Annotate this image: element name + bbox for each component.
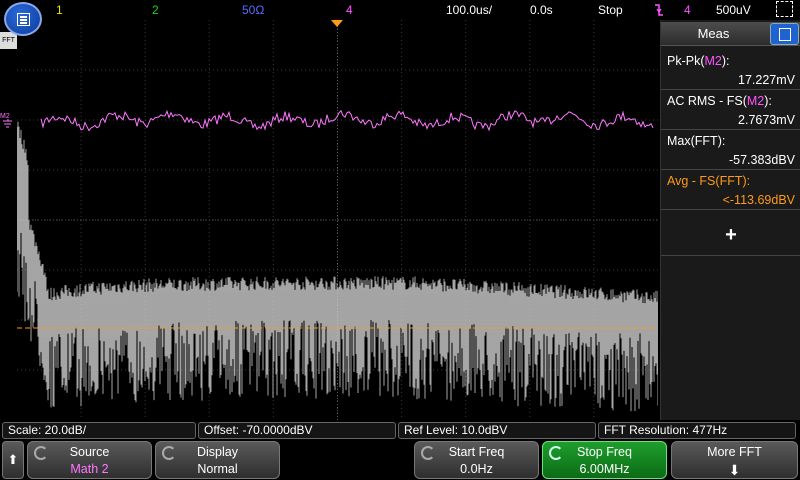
stop-freq-title: Stop Freq — [577, 445, 632, 459]
trigger-falling-edge-icon[interactable] — [654, 2, 664, 22]
back-button[interactable]: ⬆ — [2, 441, 24, 479]
meas-header: Meas — [661, 22, 800, 46]
channel-3-label[interactable]: 50Ω — [242, 2, 264, 18]
run-state[interactable]: Stop — [598, 2, 623, 18]
measurement-row[interactable]: Pk-Pk(M2): 17.227mV — [661, 50, 800, 90]
fft-offset-readout[interactable]: Offset: -70.0000dBV — [198, 422, 396, 439]
softkey-bar: Source Math 2 Display Normal Start Freq … — [0, 440, 800, 480]
display-title: Display — [197, 445, 238, 459]
source-softkey[interactable]: Source Math 2 — [27, 441, 152, 479]
channel-4-label[interactable]: 4 — [346, 2, 353, 18]
math2-trace — [40, 109, 654, 132]
measurement-row[interactable]: AC RMS - FS(M2): 2.7673mV — [661, 90, 800, 130]
channel-2-label[interactable]: 2 — [152, 2, 159, 18]
measurement-value: 2.7673mV — [738, 113, 795, 127]
math2-marker-label: M2 — [0, 113, 10, 120]
measurements-panel: Meas Pk-Pk(M2): 17.227mV AC RMS - FS(M2): 2… — [660, 20, 800, 420]
measurement-label: Max(FFT): — [667, 134, 726, 148]
fft-scale-readout[interactable]: Scale: 20.0dB/ — [2, 422, 196, 439]
measurement-value: 17.227mV — [738, 73, 795, 87]
start-freq-value: 0.0Hz — [460, 462, 493, 476]
more-fft-title: More FFT — [707, 445, 762, 459]
start-freq-softkey[interactable]: Start Freq 0.0Hz — [414, 441, 539, 479]
display-value: Normal — [197, 462, 238, 476]
measurement-row[interactable]: Max(FFT): -57.383dBV — [661, 130, 800, 170]
grid-settings-icon[interactable] — [776, 1, 793, 17]
timebase-readout[interactable]: 100.0us/ — [446, 2, 492, 18]
measurement-row[interactable]: Avg - FS(FFT): <-113.69dBV — [661, 170, 800, 210]
waveform-plot — [17, 20, 658, 420]
main-menu-button[interactable] — [4, 2, 42, 36]
fft-status-bar: Scale: 20.0dB/ Offset: -70.0000dBV Ref L… — [0, 421, 800, 440]
channel-1-label[interactable]: 1 — [56, 2, 63, 18]
source-title: Source — [69, 445, 110, 459]
stop-freq-value: 6.00MHz — [579, 462, 630, 476]
delay-readout[interactable]: 0.0s — [530, 2, 553, 18]
stop-freq-softkey[interactable]: Stop Freq 6.00MHz — [542, 441, 667, 479]
more-fft-softkey[interactable]: More FFT ⬇ — [671, 441, 798, 479]
measurement-value: <-113.69dBV — [722, 193, 795, 207]
meas-title[interactable]: Meas — [661, 26, 766, 41]
trigger-source[interactable]: 4 — [684, 2, 691, 18]
fft-ref-level-readout[interactable]: Ref Level: 10.0dBV — [398, 422, 596, 439]
menu-icon — [17, 13, 30, 26]
waveform-display[interactable] — [17, 20, 658, 420]
meas-menu-icon[interactable] — [770, 23, 799, 45]
measurement-label: Avg - FS(FFT): — [667, 174, 751, 188]
more-fft-arrow-icon: ⬇ — [728, 462, 741, 478]
measurement-value: -57.383dBV — [728, 153, 795, 167]
add-measurement-button[interactable]: + — [661, 216, 800, 256]
start-freq-title: Start Freq — [448, 445, 505, 459]
top-status-bar: 1 2 50Ω 4 100.0us/ 0.0s Stop 4 500uV — [0, 0, 800, 20]
fft-resolution-readout: FFT Resolution: 477Hz — [598, 422, 796, 439]
trigger-level[interactable]: 500uV — [716, 2, 751, 18]
display-softkey[interactable]: Display Normal — [155, 441, 280, 479]
left-margin — [0, 20, 17, 420]
trigger-position-marker[interactable] — [331, 20, 343, 27]
source-value: Math 2 — [70, 462, 109, 476]
measurement-label: Pk-Pk(M2): — [667, 54, 730, 68]
math2-ground-marker[interactable]: M2 — [0, 110, 17, 130]
measurement-label: AC RMS - FS(M2): — [667, 94, 772, 108]
